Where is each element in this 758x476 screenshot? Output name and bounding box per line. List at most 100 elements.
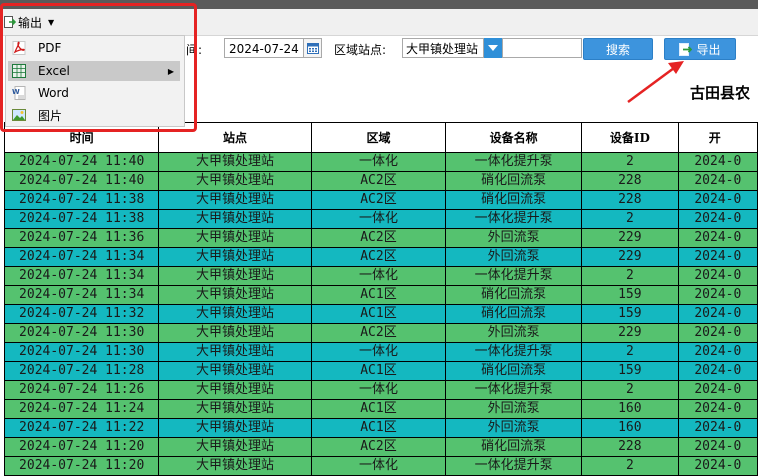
cell-open-time: 2024-0 [677, 456, 758, 476]
table-row[interactable]: 2024-07-24 11:34 大甲镇处理站 AC1区 硝化回流泵 159 2024-0 [3, 285, 758, 305]
cell-device-name: 硝化回流泵 [445, 361, 583, 381]
cell-open-time: 2024-0 [677, 266, 758, 286]
cell-time: 2024-07-24 11:36 [3, 228, 160, 248]
export-menu-button[interactable]: 输出 ▼ [4, 13, 54, 31]
cell-open-time: 2024-0 [677, 228, 758, 248]
data-table: 时间 站点 区域 设备名称 设备ID 开 2024-07-24 11:40 大甲镇… [3, 122, 758, 476]
cell-open-time: 2024-0 [677, 190, 758, 210]
cell-time: 2024-07-24 11:20 [3, 437, 160, 457]
cell-time: 2024-07-24 11:34 [3, 247, 160, 267]
header-area[interactable]: 区域 [310, 122, 447, 153]
table-row[interactable]: 2024-07-24 11:30 大甲镇处理站 AC2区 外回流泵 229 2024-0 [3, 323, 758, 343]
cell-device-id: 2 [581, 152, 679, 172]
cell-site: 大甲镇处理站 [158, 209, 312, 229]
cell-device-name: 一体化提升泵 [445, 209, 583, 229]
cell-device-name: 硝化回流泵 [445, 171, 583, 191]
menu-item-word[interactable]: W Word [8, 83, 180, 103]
table-row[interactable]: 2024-07-24 11:20 大甲镇处理站 一体化 一体化提升泵 2 2024-0 [3, 456, 758, 476]
cell-area: 一体化 [310, 342, 447, 362]
cell-device-id: 228 [581, 437, 679, 457]
cell-device-name: 外回流泵 [445, 228, 583, 248]
table-row[interactable]: 2024-07-24 11:22 大甲镇处理站 AC1区 外回流泵 160 2024-0 [3, 418, 758, 438]
cell-area: AC1区 [310, 285, 447, 305]
site-dropdown-button[interactable] [484, 38, 502, 58]
table-row[interactable]: 2024-07-24 11:30 大甲镇处理站 一体化 一体化提升泵 2 2024-0 [3, 342, 758, 362]
header-time[interactable]: 时间 [3, 122, 160, 153]
cell-area: AC1区 [310, 399, 447, 419]
cell-site: 大甲镇处理站 [158, 304, 312, 324]
menu-item-image[interactable]: 图片 [8, 105, 180, 125]
cell-open-time: 2024-0 [677, 418, 758, 438]
menu-item-excel[interactable]: Excel ▶ [8, 61, 180, 81]
export-button[interactable]: 导出 [664, 38, 736, 60]
header-open-time[interactable]: 开 [677, 122, 758, 153]
cell-open-time: 2024-0 [677, 399, 758, 419]
table-row[interactable]: 2024-07-24 11:36 大甲镇处理站 AC2区 外回流泵 229 2024-0 [3, 228, 758, 248]
cell-time: 2024-07-24 11:26 [3, 380, 160, 400]
menu-item-label: PDF [38, 41, 62, 55]
header-device-name[interactable]: 设备名称 [445, 122, 583, 153]
cell-site: 大甲镇处理站 [158, 171, 312, 191]
table-row[interactable]: 2024-07-24 11:40 大甲镇处理站 一体化 一体化提升泵 2 2024-0 [3, 152, 758, 172]
cell-device-name: 一体化提升泵 [445, 152, 583, 172]
cell-site: 大甲镇处理站 [158, 380, 312, 400]
cell-device-id: 2 [581, 266, 679, 286]
cell-time: 2024-07-24 11:32 [3, 304, 160, 324]
cell-device-id: 160 [581, 399, 679, 419]
table-row[interactable]: 2024-07-24 11:20 大甲镇处理站 AC2区 硝化回流泵 228 2024-0 [3, 437, 758, 457]
cell-device-id: 159 [581, 285, 679, 305]
cell-area: 一体化 [310, 152, 447, 172]
cell-time: 2024-07-24 11:30 [3, 342, 160, 362]
cell-time: 2024-07-24 11:40 [3, 171, 160, 191]
site-search-input[interactable] [502, 38, 582, 58]
table-row[interactable]: 2024-07-24 11:32 大甲镇处理站 AC1区 硝化回流泵 159 2024-0 [3, 304, 758, 324]
cell-area: AC1区 [310, 304, 447, 324]
table-row[interactable]: 2024-07-24 11:34 大甲镇处理站 一体化 一体化提升泵 2 2024-0 [3, 266, 758, 286]
cell-device-id: 160 [581, 418, 679, 438]
cell-time: 2024-07-24 11:34 [3, 285, 160, 305]
cell-time: 2024-07-24 11:30 [3, 323, 160, 343]
cell-time: 2024-07-24 11:34 [3, 266, 160, 286]
calendar-icon [306, 43, 319, 54]
cell-site: 大甲镇处理站 [158, 285, 312, 305]
cell-site: 大甲镇处理站 [158, 456, 312, 476]
report-title: 古田县农 [690, 84, 751, 102]
calendar-button[interactable] [304, 38, 322, 58]
cell-open-time: 2024-0 [677, 171, 758, 191]
word-icon: W [12, 86, 28, 100]
cell-device-name: 外回流泵 [445, 247, 583, 267]
cell-area: AC1区 [310, 361, 447, 381]
table-row[interactable]: 2024-07-24 11:24 大甲镇处理站 AC1区 外回流泵 160 2024-0 [3, 399, 758, 419]
cell-device-name: 外回流泵 [445, 418, 583, 438]
cell-device-id: 2 [581, 342, 679, 362]
cell-open-time: 2024-0 [677, 437, 758, 457]
cell-open-time: 2024-0 [677, 361, 758, 381]
cell-device-id: 2 [581, 380, 679, 400]
cell-device-id: 229 [581, 323, 679, 343]
table-row[interactable]: 2024-07-24 11:40 大甲镇处理站 AC2区 硝化回流泵 228 2024-0 [3, 171, 758, 191]
cell-open-time: 2024-0 [677, 323, 758, 343]
menu-item-label: Excel [38, 64, 70, 78]
export-button-label: 导出 [696, 42, 721, 57]
date-input[interactable]: 2024-07-24 [224, 38, 304, 58]
search-button[interactable]: 搜索 [583, 38, 653, 60]
header-device-id[interactable]: 设备ID [581, 122, 679, 153]
cell-site: 大甲镇处理站 [158, 152, 312, 172]
table-row[interactable]: 2024-07-24 11:28 大甲镇处理站 AC1区 硝化回流泵 159 2024-0 [3, 361, 758, 381]
table-header-row: 时间 站点 区域 设备名称 设备ID 开 [3, 122, 758, 153]
cell-open-time: 2024-0 [677, 304, 758, 324]
table-row[interactable]: 2024-07-24 11:38 大甲镇处理站 一体化 一体化提升泵 2 2024-0 [3, 209, 758, 229]
menu-item-label: Word [38, 86, 69, 100]
site-select[interactable]: 大甲镇处理站 [402, 38, 484, 58]
cell-device-name: 一体化提升泵 [445, 266, 583, 286]
cell-device-name: 一体化提升泵 [445, 380, 583, 400]
cell-area: 一体化 [310, 266, 447, 286]
image-icon [12, 108, 28, 122]
cell-site: 大甲镇处理站 [158, 399, 312, 419]
table-row[interactable]: 2024-07-24 11:34 大甲镇处理站 AC2区 外回流泵 229 2024-0 [3, 247, 758, 267]
table-row[interactable]: 2024-07-24 11:26 大甲镇处理站 一体化 一体化提升泵 2 2024-0 [3, 380, 758, 400]
chevron-right-icon: ▶ [167, 66, 174, 76]
menu-item-pdf[interactable]: PDF [8, 38, 180, 58]
table-row[interactable]: 2024-07-24 11:38 大甲镇处理站 AC2区 硝化回流泵 228 2024-0 [3, 190, 758, 210]
header-site[interactable]: 站点 [158, 122, 312, 153]
